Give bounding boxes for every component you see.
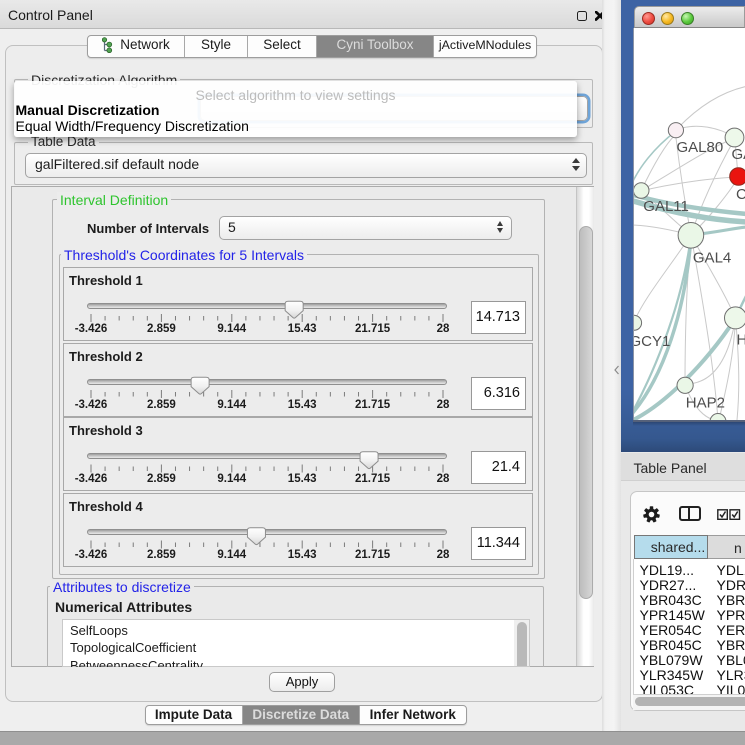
svg-text:GAL4: GAL4 bbox=[692, 249, 730, 266]
svg-text:GAL80: GAL80 bbox=[676, 139, 723, 156]
svg-text:C: C bbox=[736, 186, 745, 203]
svg-text:GCY1: GCY1 bbox=[634, 333, 670, 350]
svg-text:H: H bbox=[736, 331, 745, 348]
svg-text:HAP2: HAP2 bbox=[685, 394, 724, 411]
svg-text:GA: GA bbox=[731, 146, 745, 163]
svg-text:GAL11: GAL11 bbox=[643, 198, 689, 215]
